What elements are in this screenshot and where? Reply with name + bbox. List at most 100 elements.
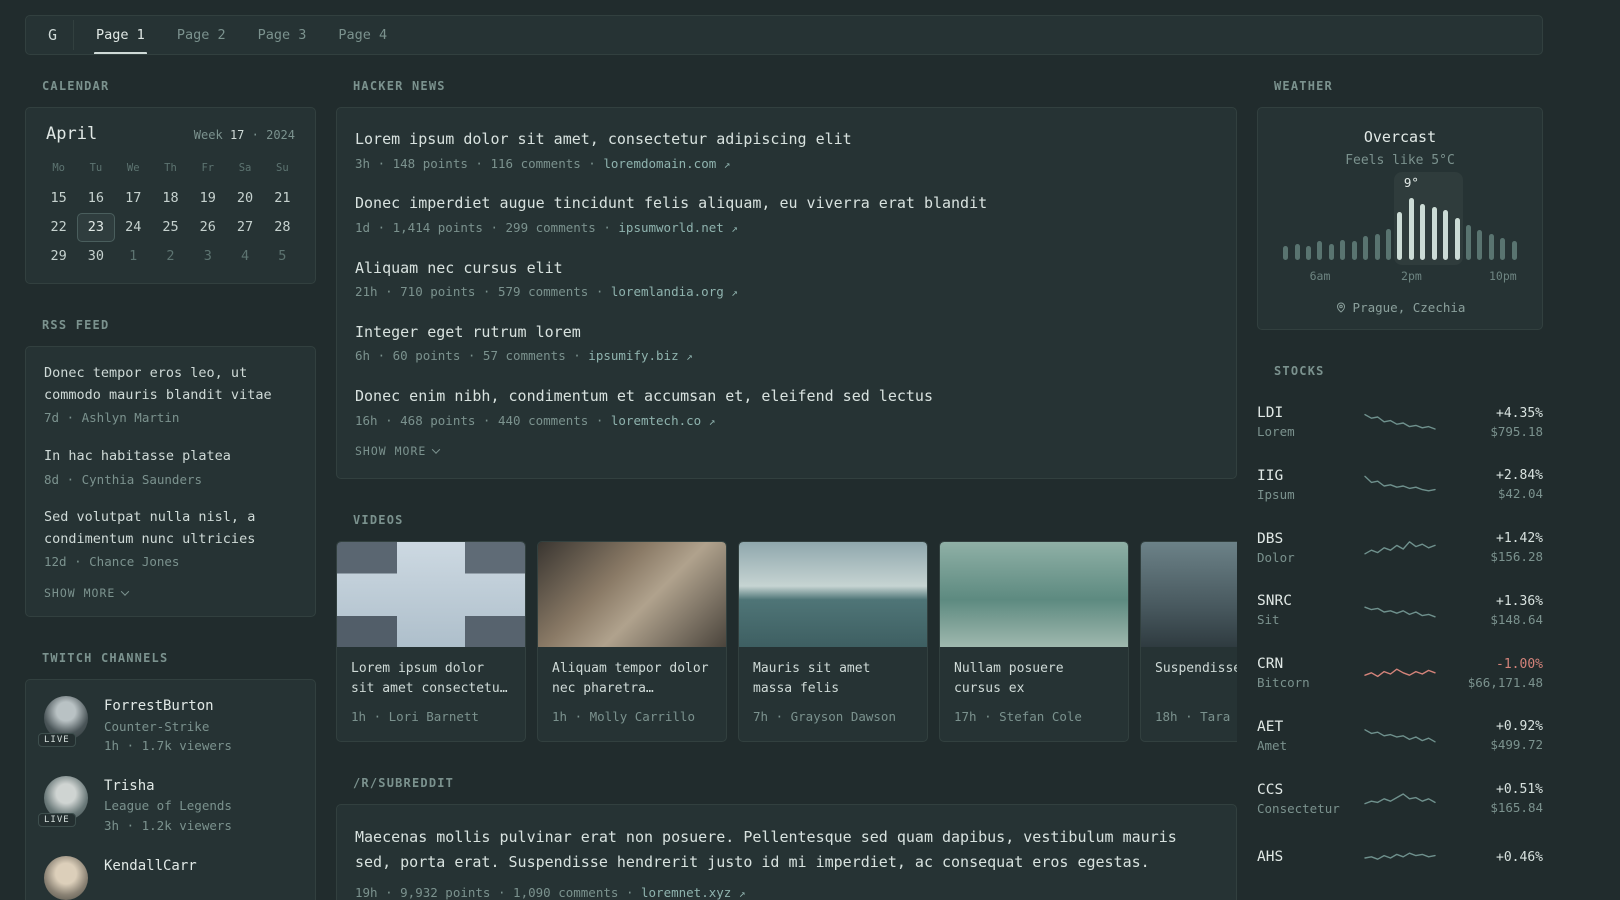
left-column: CALENDAR April Week 17 · 2024 Mo Tu We Th Fr… [25,75,316,900]
twitch-channel[interactable]: LIVE ForrestBurton Counter-Strike 1h · 1… [38,696,297,756]
hn-item: Donec imperdiet augue tincidunt felis al… [355,192,1218,237]
calendar-day: 1 [129,248,138,264]
twitch-channel-name[interactable]: KendallCarr [104,856,197,876]
stock-name: Sit [1257,612,1280,628]
hn-item-title[interactable]: Aliquam nec cursus elit [355,257,1218,280]
calendar-day: 20 [236,190,254,206]
video-thumbnail[interactable] [940,542,1128,648]
nav-tab-4[interactable]: Page 4 [336,16,389,54]
right-column: WEATHER Overcast Feels like 5°C 9° 6am 2p… [1257,75,1543,900]
video-title[interactable]: Nullam posuere cursus ex [954,659,1114,700]
stock-change: +1.42% [1496,531,1543,546]
rss-item-title[interactable]: Donec tempor eros leo, ut commodo mauris… [44,363,297,406]
hn-item-title[interactable]: Integer eget rutrum lorem [355,321,1218,344]
stock-row[interactable]: SNRC Sit +1.36% $148.64 [1257,580,1543,643]
stocks-list: LDI Lorem +4.35% $795.18 IIG Ipsum +2.84… [1257,392,1543,885]
video-title[interactable]: Lorem ipsum dolor sit amet consectetu… [351,659,511,700]
hn-item-meta: 6h · 60 points · 57 comments · ipsumify.… [355,348,693,364]
video-thumbnail[interactable] [337,542,525,648]
nav-tab-1[interactable]: Page 1 [94,16,147,54]
video-thumbnail[interactable] [538,542,726,648]
stock-values: +1.36% $148.64 [1449,594,1543,630]
section-title-twitch: TWITCH CHANNELS [42,651,169,666]
hn-item-domain[interactable]: loremlandia.org ↗ [611,284,738,299]
stock-id: SNRC Sit [1257,593,1351,630]
video-meta: 1h · Molly Carrillo [552,709,695,725]
stock-row[interactable]: AET Amet +0.92% $499.72 [1257,706,1543,769]
weather-bar [1488,233,1494,260]
video-thumbnail[interactable] [739,542,927,648]
calendar-weekday: Th [164,162,177,174]
rss-item-title[interactable]: In hac habitasse platea [44,446,297,468]
subreddit-post-title[interactable]: Maecenas mollis pulvinar erat non posuer… [355,828,1177,871]
hn-item-stats: 6h · 60 points · 57 comments [355,348,566,364]
twitch-channel-name[interactable]: ForrestBurton [104,696,232,716]
video-card[interactable]: Suspendisse diam 18h · Tara [1140,541,1237,742]
video-title[interactable]: Mauris sit amet massa felis [753,659,913,700]
section-title-hackernews: HACKER NEWS [353,79,446,93]
section-title-calendar: CALENDAR [42,79,110,93]
twitch-channel-info: ForrestBurton Counter-Strike 1h · 1.7k v… [104,696,232,756]
hackernews-card: Lorem ipsum dolor sit amet, consectetur … [336,107,1237,480]
stock-row[interactable]: CRN Bitcorn -1.00% $66,171.48 [1257,643,1543,706]
twitch-channel[interactable]: LIVE Trisha League of Legends 3h · 1.2k … [38,776,297,836]
weather-bar [1351,241,1357,260]
stock-symbol: SNRC [1257,593,1292,610]
nav-tab-3[interactable]: Page 3 [256,16,309,54]
stock-row[interactable]: LDI Lorem +4.35% $795.18 [1257,392,1543,455]
twitch-channel-game[interactable]: League of Legends [104,797,232,816]
stock-row[interactable]: IIG Ipsum +2.84% $42.04 [1257,455,1543,518]
hn-item-stats: 1d · 1,414 points · 299 comments [355,219,596,235]
stock-row[interactable]: AHS +0.46% [1257,831,1543,885]
nav-tab-2[interactable]: Page 2 [175,16,228,54]
video-body: Nullam posuere cursus ex 17h · Stefan Co… [940,647,1128,741]
calendar-day: 16 [87,190,105,206]
rss-show-more-button[interactable]: SHOW MORE [44,586,130,600]
hn-item-title[interactable]: Donec enim nibh, condimentum et accumsan… [355,385,1218,408]
subreddit-domain-text: loremnet.xyz [641,884,732,900]
twitch-channel[interactable]: KendallCarr [44,855,297,900]
hn-show-more-label: SHOW MORE [355,444,427,459]
hn-item-domain[interactable]: ipsumworld.net ↗ [618,220,738,235]
stock-price: $795.18 [1490,423,1543,439]
calendar-day: 3 [203,248,212,264]
top-nav: G Page 1 Page 2 Page 3 Page 4 [25,15,1543,55]
calendar-day: 2 [166,248,175,264]
video-title[interactable]: Aliquam tempor dolor nec pharetra… [552,659,712,700]
video-card[interactable]: Aliquam tempor dolor nec pharetra… 1h · … [537,541,727,742]
hn-item-domain[interactable]: loremtech.co ↗ [611,413,715,428]
weather-bar-cell [1497,198,1508,260]
video-card[interactable]: Lorem ipsum dolor sit amet consectetu… 1… [336,541,526,742]
hn-item-domain[interactable]: loremdomain.com ↗ [603,156,730,171]
video-thumbnail[interactable] [1141,542,1237,648]
rss-item-title[interactable]: Sed volutpat nulla nisl, a condimentum n… [44,507,297,550]
stock-row[interactable]: DBS Dolor +1.42% $156.28 [1257,518,1543,581]
video-title[interactable]: Suspendisse diam [1155,659,1237,700]
section-title-subreddit: /R/SUBREDDIT [353,776,455,790]
hn-item-stats: 3h · 148 points · 116 comments [355,155,581,171]
video-card[interactable]: Mauris sit amet massa felis 7h · Grayson… [738,541,928,742]
live-badge: LIVE [38,733,76,748]
videos-widget: VIDEOS Lorem ipsum dolor sit amet consec… [336,513,1237,742]
calendar-day: 22 [50,219,67,235]
hn-item-domain[interactable]: ipsumify.biz ↗ [588,348,692,363]
weather-bar-cell [1463,198,1474,260]
hn-item-title[interactable]: Donec imperdiet augue tincidunt felis al… [355,192,1218,215]
stock-row[interactable]: CCS Consectetur +0.51% $165.84 [1257,769,1543,832]
weather-bar [1283,246,1289,260]
twitch-channel-game[interactable]: Counter-Strike [104,718,232,737]
hn-item-title[interactable]: Lorem ipsum dolor sit amet, consectetur … [355,128,1218,151]
weather-times: 6am 2pm 10pm [1280,269,1520,284]
external-link-icon: ↗ [731,286,738,299]
twitch-channel-name[interactable]: Trisha [104,776,232,796]
stock-symbol: IIG [1257,467,1284,484]
rss-item: Donec tempor eros leo, ut commodo mauris… [44,363,297,428]
subreddit-post-domain[interactable]: loremnet.xyz ↗ [641,885,745,900]
stock-name: Bitcorn [1257,675,1310,690]
video-card[interactable]: Nullam posuere cursus ex 17h · Stefan Co… [939,541,1129,742]
weather-bar-cell [1474,198,1485,260]
hn-show-more-button[interactable]: SHOW MORE [355,444,441,459]
stock-symbol: AHS [1257,849,1284,866]
logo[interactable]: G [42,20,75,50]
separator-dot: · [625,884,634,900]
